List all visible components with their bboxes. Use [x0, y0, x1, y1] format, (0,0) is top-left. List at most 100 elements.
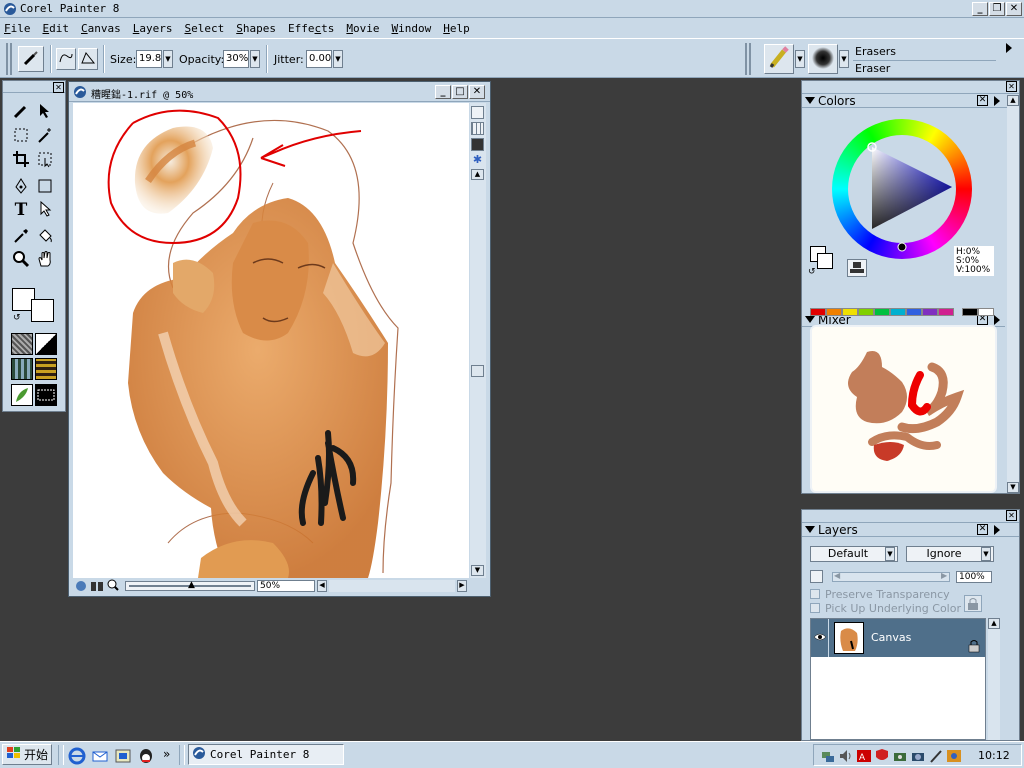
nozzle-selector[interactable] — [11, 384, 33, 406]
menu-shapes[interactable]: Shapes — [236, 22, 276, 35]
scroll-up-button[interactable]: ▲ — [1007, 95, 1019, 106]
mixer-swatch-black[interactable] — [962, 308, 978, 316]
zoom-magnifier-icon[interactable] — [107, 579, 119, 594]
volume-icon[interactable] — [838, 748, 854, 767]
mixer-menu-button[interactable] — [994, 315, 1000, 325]
magnifier-tool[interactable] — [10, 249, 32, 271]
gradient-selector[interactable] — [35, 333, 57, 355]
brush-tool[interactable] — [10, 101, 32, 123]
pen-tablet-icon[interactable] — [928, 748, 944, 767]
color-management-button[interactable]: ✱ — [471, 154, 484, 167]
qq-icon[interactable] — [137, 747, 155, 768]
composite-method-dropdown[interactable]: ▼ — [885, 547, 895, 561]
colors-header[interactable]: Colors ✕ — [802, 94, 1019, 108]
mixer-swatch-purple[interactable] — [922, 308, 938, 316]
colors-close-button[interactable]: ✕ — [977, 95, 988, 106]
scroll-up-button[interactable]: ▲ — [988, 618, 1000, 629]
minimize-button[interactable]: _ — [972, 2, 988, 16]
selection-adjuster-tool[interactable] — [34, 149, 56, 171]
menu-edit[interactable]: Edit — [43, 22, 70, 35]
mixer-pad[interactable] — [810, 325, 997, 493]
paper-selector[interactable] — [11, 333, 33, 355]
crop-tool[interactable] — [10, 149, 32, 171]
zoom-field[interactable]: 50% — [257, 580, 315, 592]
lock-layer-button[interactable] — [964, 595, 982, 612]
brush-category-button[interactable] — [764, 44, 794, 74]
colors-additional-swatch[interactable] — [817, 253, 833, 269]
mixer-swatch-red[interactable] — [810, 308, 826, 316]
preserve-transparency-checkbox[interactable] — [810, 589, 820, 599]
opacity-field[interactable]: 30% — [223, 50, 249, 68]
brush-category-name[interactable]: Erasers — [855, 45, 896, 58]
outlook-express-icon[interactable] — [91, 747, 109, 768]
clone-color-button[interactable] — [847, 259, 867, 277]
tracing-paper-button[interactable] — [471, 106, 484, 119]
scroll-down-button[interactable]: ▼ — [471, 565, 484, 576]
menu-effects[interactable]: Effects — [288, 22, 334, 35]
device-icon[interactable] — [892, 748, 908, 767]
swap-colors-icon[interactable]: ↺ — [13, 313, 21, 323]
menu-file[interactable]: File — [4, 22, 31, 35]
grid-toggle-button[interactable] — [471, 122, 484, 135]
layer-opacity-field[interactable]: 100% — [956, 571, 992, 583]
network-icon[interactable] — [820, 748, 836, 767]
look-selector[interactable] — [35, 384, 57, 406]
pick-up-color-checkbox[interactable] — [810, 603, 820, 613]
jitter-field[interactable]: 0.00 — [306, 50, 332, 68]
brush-variant-name[interactable]: Eraser — [855, 62, 890, 75]
size-slider-button[interactable]: ▼ — [163, 50, 173, 68]
palette-scrollbar[interactable]: ▲ ▼ — [1007, 95, 1019, 493]
doc-maximize-button[interactable]: □ — [452, 85, 468, 99]
scroll-down-button[interactable]: ▼ — [1007, 482, 1019, 493]
menu-window[interactable]: Window — [392, 22, 432, 35]
brush-variant-button[interactable] — [808, 44, 838, 74]
quick-launch-more[interactable]: » — [163, 747, 170, 761]
globe-icon[interactable] — [75, 580, 87, 595]
layers-close-button[interactable]: ✕ — [977, 524, 988, 535]
paint-bucket-tool[interactable] — [34, 225, 56, 247]
brush-variant-dropdown[interactable]: ▼ — [839, 50, 849, 68]
dropper-tool[interactable] — [10, 225, 32, 247]
menu-select[interactable]: Select — [185, 22, 225, 35]
magic-wand-tool[interactable] — [34, 125, 56, 147]
acrobat-icon[interactable]: A — [856, 748, 872, 767]
toolbox-close-button[interactable]: ✕ — [53, 82, 64, 93]
layer-row-canvas[interactable]: Canvas — [811, 619, 985, 657]
canvas-vertical-scrollbar[interactable]: ✱ ▲ ▼ — [470, 103, 486, 578]
layers-palette-close-button[interactable]: ✕ — [1006, 510, 1017, 521]
pattern-selector[interactable] — [11, 358, 33, 380]
mixer-swatch-magenta[interactable] — [938, 308, 954, 316]
menu-layers[interactable]: Layers — [133, 22, 173, 35]
zoom-slider[interactable]: ▲ — [125, 581, 255, 591]
palette-close-button[interactable]: ✕ — [1006, 81, 1017, 92]
mixer-swatch-blue[interactable] — [906, 308, 922, 316]
hscroll-left-button[interactable]: ◀ — [317, 580, 327, 592]
mixer-swatch-green[interactable] — [874, 308, 890, 316]
mixer-swatch-white[interactable] — [978, 308, 994, 316]
colors-menu-button[interactable] — [994, 96, 1000, 106]
binoculars-icon[interactable] — [90, 580, 104, 595]
rectangular-shape-tool[interactable] — [34, 176, 56, 198]
show-desktop-icon[interactable] — [114, 747, 132, 768]
hue-ring[interactable] — [832, 119, 972, 259]
mixer-swatch-cyan[interactable] — [890, 308, 906, 316]
brush-tool-button[interactable] — [18, 46, 44, 72]
freehand-stroke-button[interactable] — [56, 48, 76, 70]
jitter-slider-button[interactable]: ▼ — [333, 50, 343, 68]
text-tool[interactable]: T — [10, 199, 32, 221]
restore-button[interactable]: ❐ — [989, 2, 1005, 16]
mixer-swatch-yellow[interactable] — [842, 308, 858, 316]
additional-color-swatch[interactable] — [31, 299, 54, 322]
camera-icon[interactable] — [910, 748, 926, 767]
hscroll-right-button[interactable]: ▶ — [457, 580, 467, 592]
brush-selector-menu-button[interactable] — [1006, 43, 1012, 53]
swap-colors-icon[interactable]: ↺ — [808, 267, 816, 277]
straight-line-button[interactable] — [78, 48, 98, 70]
scroll-thumb[interactable] — [471, 365, 484, 377]
hue-marker[interactable] — [897, 242, 907, 252]
menu-movie[interactable]: Movie — [346, 22, 379, 35]
mixer-swatch-orange[interactable] — [826, 308, 842, 316]
saturation-value-triangle[interactable] — [832, 119, 972, 259]
toolbar-grip[interactable] — [6, 43, 12, 75]
ie-icon[interactable] — [68, 747, 86, 768]
